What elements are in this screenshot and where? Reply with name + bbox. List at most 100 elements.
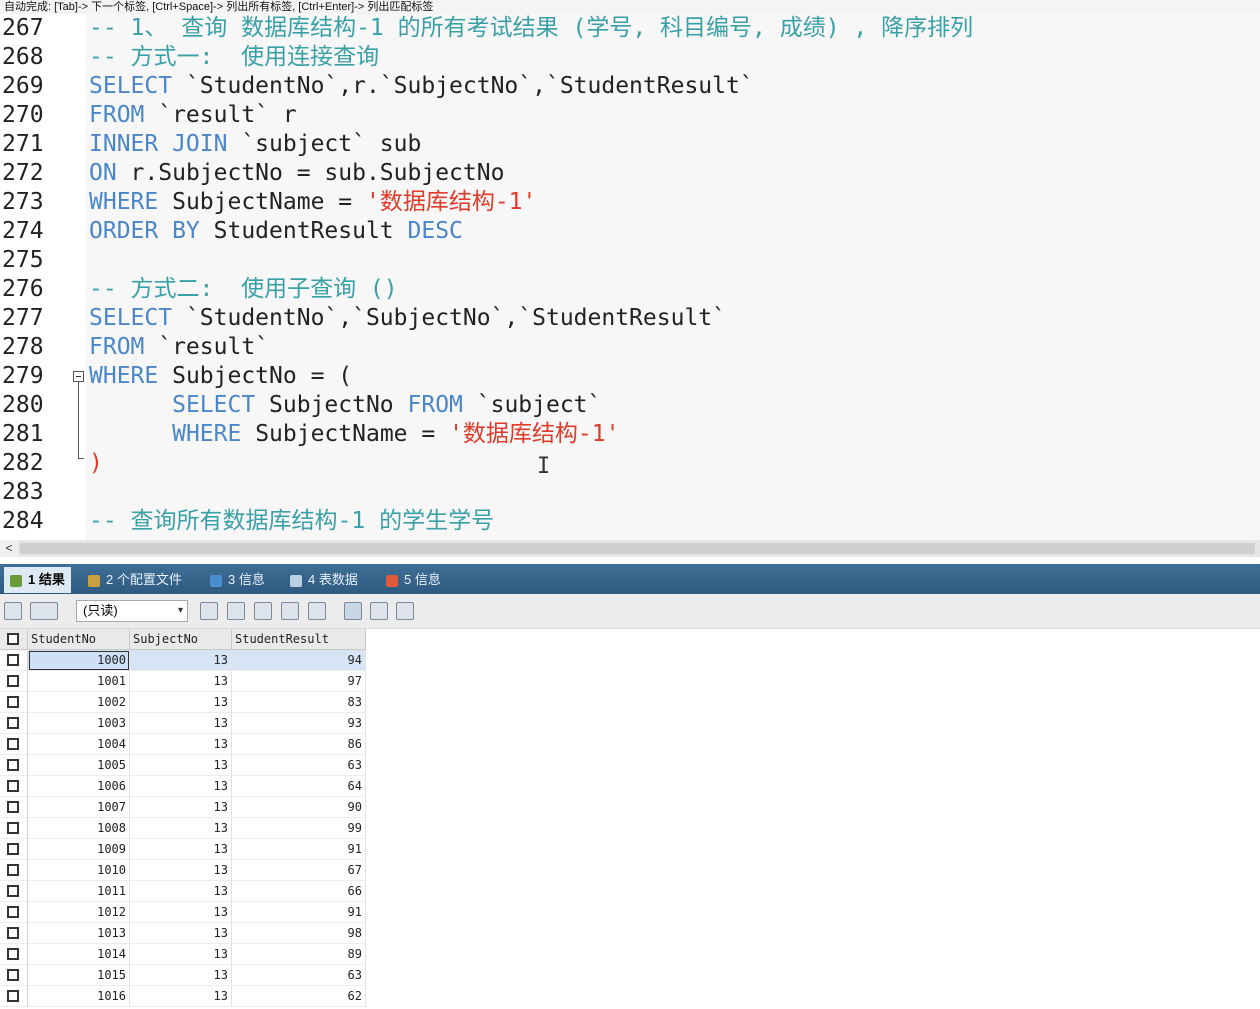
table-cell[interactable]: 63 — [232, 755, 366, 776]
code-line[interactable]: 271 INNER JOIN `subject` sub — [0, 130, 1260, 159]
table-cell[interactable]: 1012 — [28, 902, 130, 923]
code-line[interactable]: 274 ORDER BY StudentResult DESC — [0, 217, 1260, 246]
row-selector[interactable] — [0, 986, 28, 1007]
row-checkbox[interactable] — [7, 927, 19, 939]
table-cell[interactable]: 13 — [130, 881, 232, 902]
table-cell[interactable]: 66 — [232, 881, 366, 902]
row-checkbox[interactable] — [7, 780, 19, 792]
code-line[interactable]: 281 WHERE SubjectName = '数据库结构-1' — [0, 420, 1260, 449]
table-cell[interactable]: 91 — [232, 839, 366, 860]
table-cell[interactable]: 13 — [130, 860, 232, 881]
code-line[interactable]: 277 SELECT `StudentNo`,`SubjectNo`,`Stude… — [0, 304, 1260, 333]
row-checkbox[interactable] — [7, 885, 19, 897]
table-cell[interactable]: 67 — [232, 860, 366, 881]
code-line[interactable]: 270 FROM `result` r — [0, 101, 1260, 130]
table-cell[interactable]: 89 — [232, 944, 366, 965]
table-cell[interactable]: 13 — [130, 965, 232, 986]
select-all-header[interactable] — [0, 629, 28, 650]
table-cell[interactable]: 1016 — [28, 986, 130, 1007]
row-selector[interactable] — [0, 692, 28, 713]
code-line[interactable]: 267 -- 1、 查询 数据库结构-1 的所有考试结果 (学号, 科目编号, 成… — [0, 14, 1260, 43]
table-cell[interactable]: 1005 — [28, 755, 130, 776]
table-cell[interactable]: 86 — [232, 734, 366, 755]
row-checkbox[interactable] — [7, 822, 19, 834]
table-cell[interactable]: 62 — [232, 986, 366, 1007]
code-line[interactable]: 280 SELECT SubjectNo FROM `subject` — [0, 391, 1260, 420]
table-cell[interactable]: 1014 — [28, 944, 130, 965]
result-tab-1[interactable]: 1 结果 — [4, 567, 71, 593]
result-tab-3[interactable]: 3 信息 — [210, 566, 265, 593]
refresh-icon[interactable] — [200, 602, 218, 620]
row-selector[interactable] — [0, 734, 28, 755]
code-line[interactable]: 283 — [0, 478, 1260, 507]
row-selector[interactable] — [0, 902, 28, 923]
row-selector[interactable] — [0, 860, 28, 881]
row-checkbox[interactable] — [7, 696, 19, 708]
table-cell[interactable]: 13 — [130, 839, 232, 860]
table-cell[interactable]: 1004 — [28, 734, 130, 755]
text-view-icon[interactable] — [396, 602, 414, 620]
form-view-icon[interactable] — [370, 602, 388, 620]
result-tab-2[interactable]: 2 个配置文件 — [88, 566, 182, 593]
row-checkbox[interactable] — [7, 864, 19, 876]
select-all-checkbox[interactable] — [7, 633, 19, 645]
grid-view-icon[interactable] — [344, 602, 362, 620]
result-grid[interactable]: StudentNo SubjectNo StudentResult 1000 13 94 1… — [0, 629, 1260, 1009]
row-selector[interactable] — [0, 923, 28, 944]
table-cell[interactable]: 13 — [130, 671, 232, 692]
row-checkbox[interactable] — [7, 675, 19, 687]
readonly-select[interactable]: (只读) ▾ — [76, 600, 188, 622]
code-line[interactable]: 284 -- 查询所有数据库结构-1 的学生学号 — [0, 507, 1260, 536]
row-selector[interactable] — [0, 839, 28, 860]
row-selector[interactable] — [0, 965, 28, 986]
row-checkbox[interactable] — [7, 843, 19, 855]
export-dropdown-icon[interactable] — [30, 602, 58, 620]
result-tab-4[interactable]: 4 表数据 — [290, 566, 358, 593]
sql-editor[interactable]: 267 -- 1、 查询 数据库结构-1 的所有考试结果 (学号, 科目编号, 成… — [0, 14, 1260, 540]
table-cell[interactable]: 83 — [232, 692, 366, 713]
code-line[interactable]: 269 SELECT `StudentNo`,r.`SubjectNo`,`Stu… — [0, 72, 1260, 101]
code-line[interactable]: 282) — [0, 449, 1260, 478]
row-checkbox[interactable] — [7, 948, 19, 960]
row-checkbox[interactable] — [7, 969, 19, 981]
result-tab-5[interactable]: 5 信息 — [386, 566, 441, 593]
fold-toggle-icon[interactable] — [73, 371, 84, 382]
table-cell[interactable]: 1003 — [28, 713, 130, 734]
row-checkbox[interactable] — [7, 759, 19, 771]
table-cell[interactable]: 13 — [130, 692, 232, 713]
table-cell[interactable]: 1001 — [28, 671, 130, 692]
duplicate-row-icon[interactable] — [227, 602, 245, 620]
table-cell[interactable]: 1006 — [28, 776, 130, 797]
code-line[interactable]: 276 -- 方式二: 使用子查询 () — [0, 275, 1260, 304]
table-cell[interactable]: 90 — [232, 797, 366, 818]
code-line[interactable]: 268 -- 方式一: 使用连接查询 — [0, 43, 1260, 72]
table-cell[interactable]: 13 — [130, 650, 232, 671]
table-cell[interactable]: 63 — [232, 965, 366, 986]
delete-icon[interactable] — [281, 602, 299, 620]
row-checkbox[interactable] — [7, 990, 19, 1002]
row-selector[interactable] — [0, 713, 28, 734]
table-cell[interactable]: 97 — [232, 671, 366, 692]
horizontal-scrollbar[interactable]: < — [0, 540, 1260, 557]
row-selector[interactable] — [0, 671, 28, 692]
row-selector[interactable] — [0, 818, 28, 839]
table-cell[interactable]: 13 — [130, 923, 232, 944]
table-cell[interactable]: 93 — [232, 713, 366, 734]
table-cell[interactable]: 94 — [232, 650, 366, 671]
table-cell[interactable]: 1010 — [28, 860, 130, 881]
table-cell[interactable]: 1000 — [28, 650, 130, 671]
row-selector[interactable] — [0, 944, 28, 965]
table-cell[interactable]: 1015 — [28, 965, 130, 986]
cancel-changes-icon[interactable] — [308, 602, 326, 620]
row-selector[interactable] — [0, 755, 28, 776]
code-line[interactable]: 278 FROM `result` — [0, 333, 1260, 362]
table-cell[interactable]: 13 — [130, 902, 232, 923]
table-cell[interactable]: 64 — [232, 776, 366, 797]
column-header[interactable]: SubjectNo — [130, 629, 232, 650]
table-cell[interactable]: 99 — [232, 818, 366, 839]
code-line[interactable]: 272 ON r.SubjectNo = sub.SubjectNo — [0, 159, 1260, 188]
code-line[interactable]: 279 WHERE SubjectNo = ( — [0, 362, 1260, 391]
table-cell[interactable]: 13 — [130, 713, 232, 734]
table-cell[interactable]: 13 — [130, 818, 232, 839]
table-cell[interactable]: 13 — [130, 734, 232, 755]
